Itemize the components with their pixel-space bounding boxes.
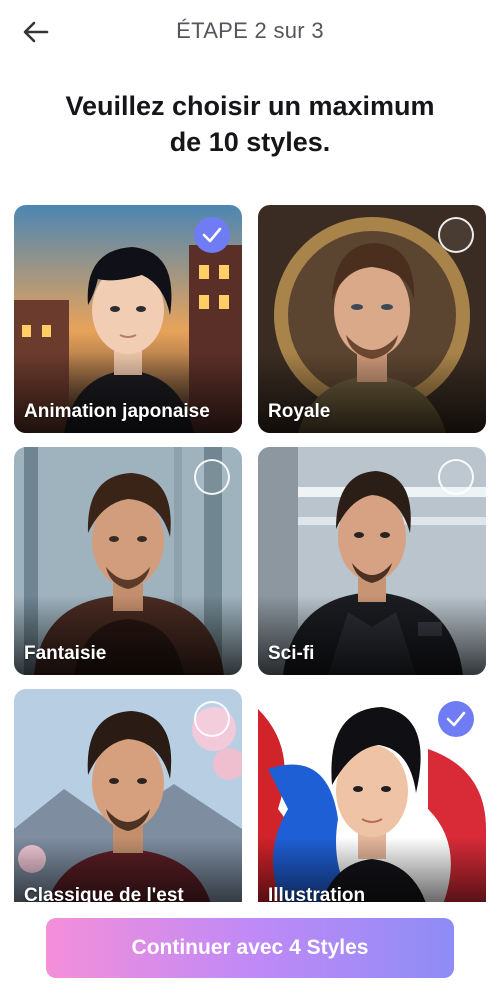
style-label: Classique de l'est [24, 885, 184, 902]
style-label: Fantaisie [24, 643, 107, 664]
style-card-royale[interactable]: Royale [258, 205, 486, 433]
unselected-check[interactable] [194, 459, 230, 495]
style-label: Royale [268, 401, 331, 422]
unselected-check[interactable] [438, 459, 474, 495]
unselected-check[interactable] [438, 217, 474, 253]
style-label: Animation japonaise [24, 401, 210, 422]
checkmark-icon [202, 227, 222, 243]
style-card-animation-japonaise[interactable]: Animation japonaise [14, 205, 242, 433]
unselected-check[interactable] [194, 701, 230, 737]
style-card-fantaisie[interactable]: Fantaisie [14, 447, 242, 675]
style-grid: Animation japonaise Royale Fantaisie Sci… [14, 205, 486, 902]
style-card-sci-fi[interactable]: Sci-fi [258, 447, 486, 675]
page-title: Veuillez choisir un maximum de 10 styles… [30, 88, 470, 160]
continue-button[interactable]: Continuer avec 4 Styles [46, 918, 454, 978]
selected-check[interactable] [194, 217, 230, 253]
style-label: Sci-fi [268, 643, 315, 664]
title-line-1: Veuillez choisir un maximum [65, 91, 435, 121]
checkmark-icon [446, 711, 466, 727]
selected-check[interactable] [438, 701, 474, 737]
style-card-illustration[interactable]: Illustration [258, 689, 486, 902]
top-bar: ÉTAPE 2 sur 3 [0, 0, 500, 64]
bottom-action-area: Continuer avec 4 Styles [0, 902, 500, 986]
title-line-2: de 10 styles. [169, 127, 331, 157]
style-label: Illustration [268, 885, 366, 902]
style-card-classique-de-l-est[interactable]: Classique de l'est [14, 689, 242, 902]
step-indicator: ÉTAPE 2 sur 3 [176, 18, 324, 43]
